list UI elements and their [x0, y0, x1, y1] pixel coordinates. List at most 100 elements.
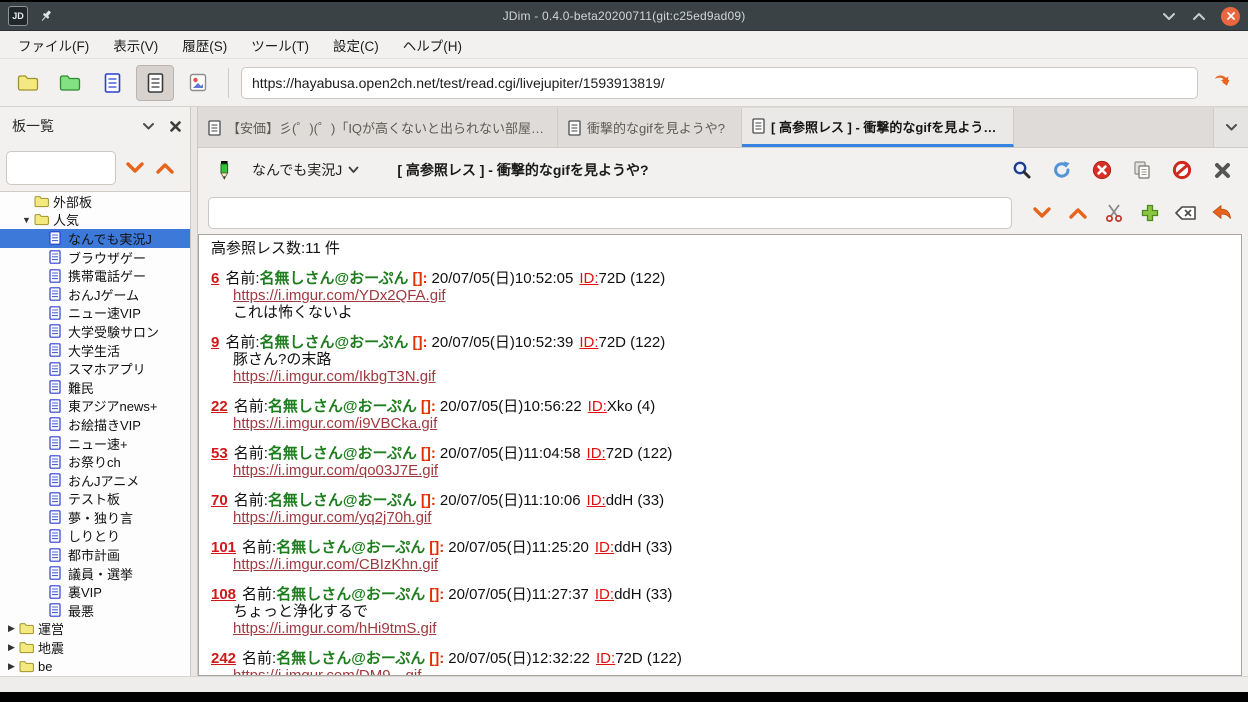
- board-tree-item[interactable]: 裏VIP: [0, 582, 190, 601]
- post-line[interactable]: https://i.imgur.com/YDx2QFA.gif: [233, 287, 1229, 304]
- close-icon[interactable]: [1221, 7, 1240, 26]
- board-tree-item[interactable]: お絵描きVIP: [0, 415, 190, 434]
- search-down-icon[interactable]: [124, 161, 146, 175]
- maximize-icon[interactable]: [1191, 8, 1207, 24]
- thread-tab[interactable]: [ 高参照レス ] - 衝撃的なgifを見ようや?: [742, 108, 1014, 147]
- search-icon[interactable]: [1006, 154, 1038, 186]
- board-label: 最悪: [66, 601, 94, 620]
- board-tree-item[interactable]: 東アジアnews+: [0, 397, 190, 416]
- write-icon[interactable]: [208, 154, 240, 186]
- tab-list-chevron-icon[interactable]: [1213, 108, 1248, 147]
- minimize-icon[interactable]: [1161, 8, 1177, 24]
- board-tree-item[interactable]: ▶ 運営: [0, 620, 190, 639]
- board-tree-item[interactable]: ニュー速+: [0, 434, 190, 453]
- post-number-link[interactable]: 53: [211, 445, 228, 462]
- thread-view[interactable]: 高参照レス数:11 件 6名前:名無しさん@おーぷん[]:20/07/05(日)…: [198, 234, 1242, 676]
- menu-item[interactable]: ファイル(F): [6, 31, 101, 59]
- close-tab-icon[interactable]: [1206, 154, 1238, 186]
- post-id-label[interactable]: ID:: [579, 334, 598, 351]
- post-number-link[interactable]: 108: [211, 586, 236, 603]
- pane-splitter[interactable]: [190, 107, 198, 676]
- board-tree-item[interactable]: 都市計画: [0, 545, 190, 564]
- favorites-button[interactable]: [52, 66, 88, 100]
- menu-item[interactable]: ツール(T): [239, 31, 321, 59]
- post-id: Xko (4): [607, 398, 655, 415]
- board-tree-item[interactable]: テスト板: [0, 490, 190, 509]
- board-tree-item[interactable]: しりとり: [0, 527, 190, 546]
- board-tree-item[interactable]: ▶ be: [0, 657, 190, 676]
- extract-input[interactable]: [208, 197, 1012, 229]
- thread-tab[interactable]: 【安価】彡(゜)(゜)「IQが高くないと出られない部屋……: [198, 108, 558, 147]
- reload-icon[interactable]: [1046, 154, 1078, 186]
- post-line[interactable]: https://i.imgur.com/IkbgT3N.gif: [233, 368, 1229, 385]
- post-id-label[interactable]: ID:: [579, 270, 598, 287]
- board-tree-item[interactable]: なんでも実況J: [0, 229, 190, 248]
- post-number-link[interactable]: 9: [211, 334, 219, 351]
- post-line[interactable]: https://i.imgur.com/CBIzKhn.gif: [233, 556, 1229, 573]
- board-tree-item[interactable]: おんJゲーム: [0, 285, 190, 304]
- post-line[interactable]: https://i.imgur.com/qo03J7E.gif: [233, 462, 1229, 479]
- post-id-label[interactable]: ID:: [588, 398, 607, 415]
- board-tree-item[interactable]: 携帯電話ゲー: [0, 266, 190, 285]
- board-tree-item[interactable]: 最悪: [0, 601, 190, 620]
- board-tree-item[interactable]: ▶ 地震: [0, 638, 190, 657]
- post-id-label[interactable]: ID:: [596, 650, 615, 667]
- post-line[interactable]: https://i.imgur.com/yq2j70h.gif: [233, 509, 1229, 526]
- board-tree-item[interactable]: 難民: [0, 378, 190, 397]
- board-tree-item[interactable]: ニュー速VIP: [0, 304, 190, 323]
- board-select[interactable]: なんでも実況J: [248, 158, 363, 182]
- post-number-link[interactable]: 6: [211, 270, 219, 287]
- sidebar-collapse-icon[interactable]: [142, 122, 155, 131]
- board-tree-item[interactable]: おんJアニメ: [0, 471, 190, 490]
- url-input[interactable]: [241, 67, 1198, 99]
- board-tree-item[interactable]: お祭りch: [0, 452, 190, 471]
- board-tree-item[interactable]: 議員・選挙: [0, 564, 190, 583]
- post-number-link[interactable]: 22: [211, 398, 228, 415]
- board-tree-item[interactable]: 夢・独り言: [0, 508, 190, 527]
- menu-item[interactable]: ヘルプ(H): [391, 31, 474, 59]
- copy-icon[interactable]: [1126, 154, 1158, 186]
- tree-expander-icon[interactable]: ▶: [4, 623, 19, 634]
- board-tree-item[interactable]: 外部板: [0, 192, 190, 211]
- thread-tab[interactable]: 衝撃的なgifを見ようや?: [558, 108, 742, 147]
- board-search-input[interactable]: [6, 151, 116, 185]
- menu-item[interactable]: 履歴(S): [170, 31, 239, 59]
- post-line[interactable]: https://i.imgur.com/hHi9tmS.gif: [233, 620, 1229, 637]
- find-up-icon[interactable]: [1062, 197, 1094, 229]
- tree-expander-icon[interactable]: ▶: [4, 642, 19, 653]
- find-down-icon[interactable]: [1026, 197, 1058, 229]
- pin-icon[interactable]: [38, 8, 54, 24]
- board-tree-item[interactable]: 大学受験サロン: [0, 322, 190, 341]
- menu-item[interactable]: 設定(C): [321, 31, 391, 59]
- post-id-label[interactable]: ID:: [595, 539, 614, 556]
- board-tree-item[interactable]: スマホアプリ: [0, 359, 190, 378]
- abone-icon[interactable]: [1166, 154, 1198, 186]
- tree-expander-icon[interactable]: ▶: [4, 661, 19, 672]
- post: 101名前:名無しさん@おーぷん[]:20/07/05(日)11:25:20ID…: [211, 539, 1229, 573]
- post-id-label[interactable]: ID:: [587, 492, 606, 509]
- sidebar-close-icon[interactable]: [169, 120, 182, 133]
- post-number-link[interactable]: 70: [211, 492, 228, 509]
- stop-icon[interactable]: [1086, 154, 1118, 186]
- boardlist-button[interactable]: [10, 66, 46, 100]
- post-line[interactable]: https://i.imgur.com/i9VBCka.gif: [233, 415, 1229, 432]
- search-up-icon[interactable]: [154, 161, 176, 175]
- menu-item[interactable]: 表示(V): [101, 31, 170, 59]
- post-id-label[interactable]: ID:: [587, 445, 606, 462]
- thread-view-button[interactable]: [136, 65, 174, 101]
- post-number-link[interactable]: 101: [211, 539, 236, 556]
- tree-expander-icon[interactable]: ▼: [19, 215, 34, 225]
- board-tree-item[interactable]: ブラウザゲー: [0, 248, 190, 267]
- post-id-label[interactable]: ID:: [595, 586, 614, 603]
- add-favorite-icon[interactable]: [1134, 197, 1166, 229]
- board-tree-item[interactable]: ▼ 人気: [0, 211, 190, 230]
- threadlist-button[interactable]: [94, 66, 130, 100]
- post-line[interactable]: https://i.imgur.com/DM9…gif: [233, 667, 1229, 676]
- image-view-button[interactable]: [180, 66, 216, 100]
- back-icon[interactable]: [1206, 197, 1238, 229]
- post-number-link[interactable]: 242: [211, 650, 236, 667]
- open-url-icon[interactable]: [1204, 66, 1238, 100]
- board-tree-item[interactable]: 大学生活: [0, 341, 190, 360]
- extract-icon[interactable]: [1098, 197, 1130, 229]
- clear-icon[interactable]: [1170, 197, 1202, 229]
